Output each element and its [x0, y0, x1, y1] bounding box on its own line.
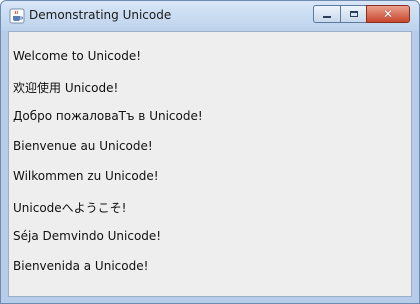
maximize-icon: [349, 11, 358, 17]
label-portuguese: Séja Demvindo Unicode!: [13, 229, 162, 243]
close-icon: ✕: [382, 7, 394, 21]
title-bar[interactable]: Demonstrating Unicode ✕: [1, 1, 419, 31]
app-window: Demonstrating Unicode ✕ Welcome to Unico…: [0, 0, 420, 304]
label-french: Bienvenue au Unicode!: [13, 139, 153, 153]
minimize-icon: [323, 16, 331, 18]
label-chinese: 欢迎使用 Unicode!: [13, 81, 119, 95]
label-japanese: Unicodeへようこそ!: [13, 201, 127, 215]
label-german: Wilkommen zu Unicode!: [13, 169, 159, 183]
close-button[interactable]: ✕: [366, 5, 410, 23]
java-cup-icon: [9, 8, 25, 24]
content-panel: Welcome to Unicode! 欢迎使用 Unicode! Добро …: [8, 31, 412, 297]
window-title: Demonstrating Unicode: [29, 8, 172, 22]
label-english: Welcome to Unicode!: [13, 49, 142, 63]
label-russian: Добро пожаловаТъ в Unicode!: [13, 109, 203, 123]
minimize-button[interactable]: [313, 5, 340, 23]
maximize-button[interactable]: [340, 5, 366, 23]
label-spanish: Bienvenida a Unicode!: [13, 259, 149, 273]
